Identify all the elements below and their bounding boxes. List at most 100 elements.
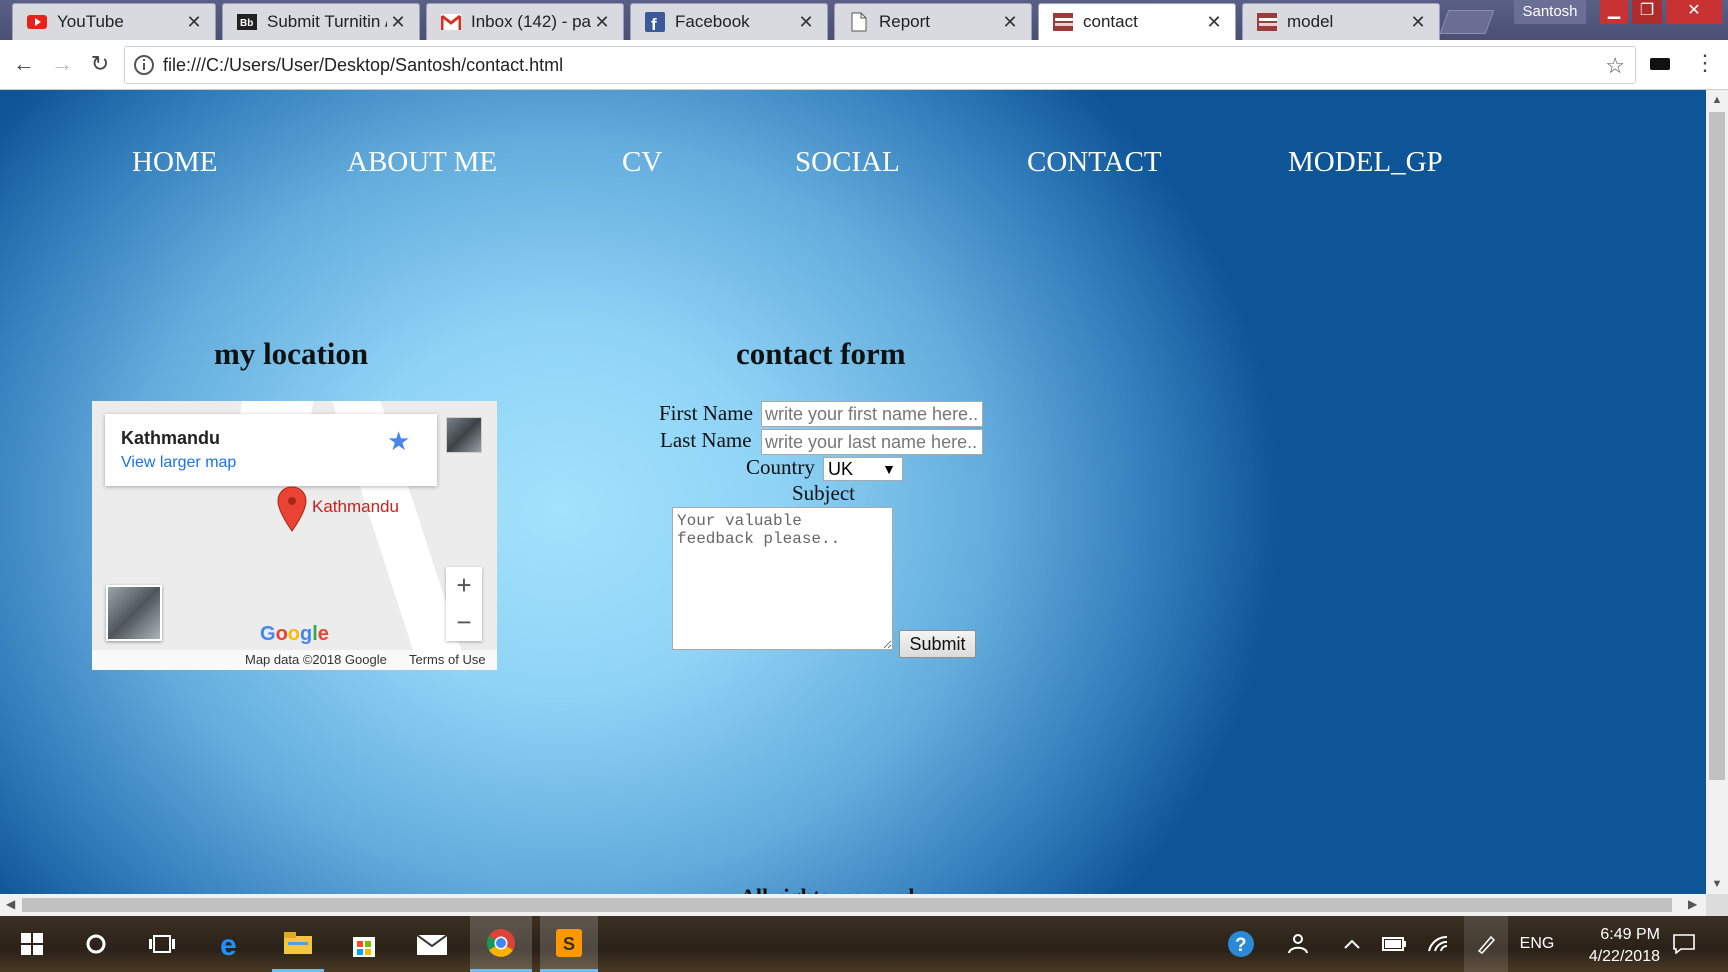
page-icon [1257,12,1277,32]
country-selected-value: UK [828,459,854,479]
map-pin-label: Kathmandu [312,497,399,516]
windows-taskbar: e S ? ENG 6:49 PM 4/22/2018 [0,916,1728,972]
tab-turnitin[interactable]: Bb Submit Turnitin / ✕ [222,3,420,40]
satellite-toggle[interactable] [106,585,162,641]
info-icon[interactable] [133,54,155,76]
address-bar[interactable]: file:///C:/Users/User/Desktop/Santosh/co… [124,46,1636,84]
nav-model-gp[interactable]: MODEL_GP [1288,146,1443,179]
svg-text:f: f [651,15,657,32]
tab-title: model [1287,12,1334,31]
map-attribution: Map data ©2018 Google Terms of Use [92,650,497,670]
zoom-out-button[interactable]: − [446,604,482,641]
people-icon[interactable] [1278,916,1316,972]
tab-title: contact [1083,12,1138,31]
vertical-scroll-thumb[interactable] [1709,112,1725,780]
nav-social[interactable]: SOCIAL [795,146,900,179]
close-icon[interactable]: ✕ [1407,12,1429,33]
map-embed[interactable]: Kathmandu View larger map ★ Kathmandu + … [92,401,497,670]
help-icon[interactable]: ? [1222,916,1260,972]
map-pin-icon[interactable] [274,485,310,535]
extension-icon[interactable] [1650,58,1670,70]
minimize-button[interactable]: ▁ [1600,0,1628,24]
page-viewport: HOME ABOUT ME CV SOCIAL CONTACT MODEL_GP… [0,90,1706,894]
tab-gmail[interactable]: Inbox (142) - pau ✕ [426,3,624,40]
browser-tab-strip: YouTube ✕ Bb Submit Turnitin / ✕ Inbox (… [0,0,1728,40]
google-logo: Google [260,623,329,645]
country-select[interactable]: UK ▼ [823,457,903,481]
tab-contact[interactable]: contact ✕ [1038,3,1236,40]
scroll-right-icon[interactable]: ▶ [1688,897,1697,911]
nav-cv[interactable]: CV [622,146,662,179]
close-icon[interactable]: ✕ [1203,12,1225,33]
cortana-icon[interactable] [72,916,120,972]
view-larger-map-link[interactable]: View larger map [121,454,236,472]
vertical-scrollbar[interactable]: ▲ ▼ [1706,90,1728,894]
svg-text:Bb: Bb [240,18,253,29]
horizontal-scrollbar[interactable]: ◀ ▶ [0,894,1706,916]
map-place-card: Kathmandu View larger map ★ [105,414,437,486]
last-name-input[interactable] [761,429,983,455]
svg-text:e: e [220,930,237,958]
save-star-icon[interactable]: ★ [387,426,410,457]
file-explorer-icon[interactable] [272,916,324,972]
nav-about-me[interactable]: ABOUT ME [347,146,497,179]
subject-textarea[interactable] [672,507,893,650]
nav-contact[interactable]: CONTACT [1027,146,1162,179]
close-icon[interactable]: ✕ [795,12,817,33]
horizontal-scroll-thumb[interactable] [22,898,1672,912]
clock-time: 6:49 PM [1600,926,1660,943]
edge-browser-icon[interactable]: e [206,916,258,972]
scroll-up-icon[interactable]: ▲ [1706,94,1728,106]
chrome-menu-icon[interactable]: ⋮ [1694,52,1716,76]
scroll-down-icon[interactable]: ▼ [1706,878,1728,890]
reload-icon[interactable]: ↻ [86,50,114,78]
taskbar-clock[interactable]: 6:49 PM 4/22/2018 [1560,924,1660,968]
windows-start-icon[interactable] [8,916,56,972]
close-icon[interactable]: ✕ [387,12,409,33]
scroll-left-icon[interactable]: ◀ [6,897,15,911]
notification-icon[interactable] [1664,916,1704,972]
store-icon[interactable] [338,916,390,972]
forward-arrow-icon[interactable]: → [48,50,76,78]
chrome-icon[interactable] [470,916,532,972]
close-icon[interactable]: ✕ [999,12,1021,33]
map-data-text: Map data ©2018 Google [245,652,387,667]
contact-form-heading: contact form [736,336,906,371]
back-arrow-icon[interactable]: ← [10,50,38,78]
zoom-in-button[interactable]: + [446,567,482,604]
close-icon[interactable]: ✕ [591,12,613,33]
country-label: Country [746,455,815,479]
tab-model[interactable]: model ✕ [1242,3,1440,40]
page-icon [1053,12,1073,32]
new-tab-button[interactable] [1439,10,1495,34]
tab-facebook[interactable]: f Facebook ✕ [630,3,828,40]
tab-youtube[interactable]: YouTube ✕ [12,3,216,40]
location-heading: my location [214,336,369,371]
battery-icon[interactable] [1376,916,1412,972]
url-text: file:///C:/Users/User/Desktop/Santosh/co… [163,54,564,75]
bookmark-star-icon[interactable]: ☆ [1605,53,1625,79]
terms-of-use-link[interactable]: Terms of Use [409,652,486,667]
map-place-name: Kathmandu [121,428,220,448]
chevron-up-icon[interactable] [1334,916,1370,972]
pen-ink-icon[interactable] [1464,916,1508,972]
window-close-button[interactable]: ✕ [1666,0,1722,24]
language-indicator[interactable]: ENG [1512,916,1562,972]
profile-button[interactable]: Santosh [1514,0,1586,24]
last-name-label: Last Name [660,428,752,452]
street-view-thumbnail[interactable] [446,417,482,453]
submit-button[interactable]: Submit [899,630,976,658]
maximize-button[interactable]: ❐ [1632,0,1662,24]
tab-report[interactable]: Report ✕ [834,3,1032,40]
nav-home[interactable]: HOME [132,146,217,179]
close-icon[interactable]: ✕ [183,12,205,33]
wifi-icon[interactable] [1420,916,1456,972]
first-name-input[interactable] [761,401,983,427]
chevron-down-icon: ▼ [882,461,896,477]
clock-date: 4/22/2018 [1588,948,1660,965]
mail-icon[interactable] [406,916,458,972]
document-icon [849,12,869,32]
task-view-icon[interactable] [138,916,186,972]
facebook-icon: f [645,12,665,32]
sublime-text-icon[interactable]: S [540,916,598,972]
